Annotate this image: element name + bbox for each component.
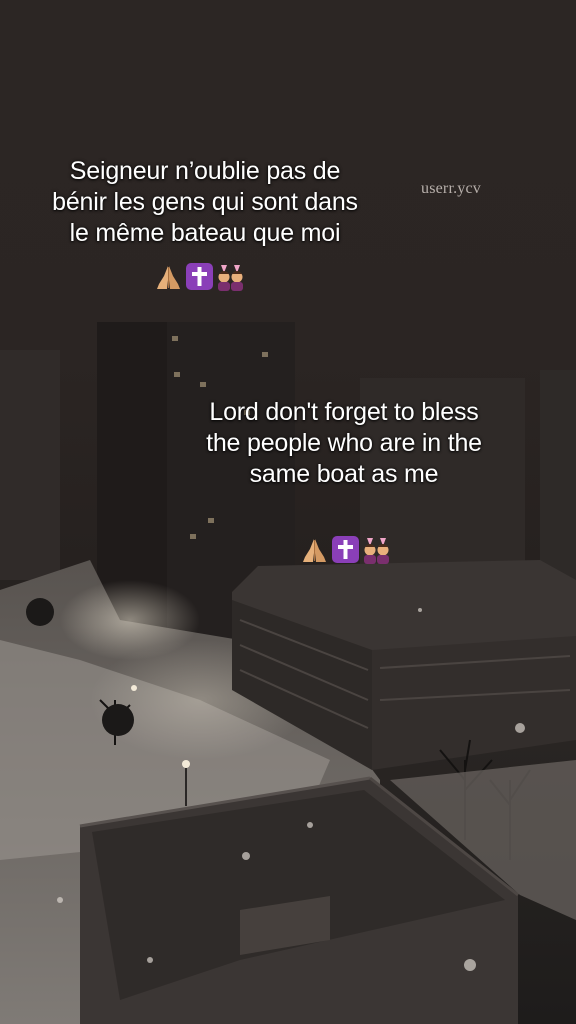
caption-line: Seigneur n’oublie pas de xyxy=(69,157,341,185)
caption-line: Lord don't forget to bless xyxy=(209,398,479,426)
caption-english-emojis xyxy=(300,535,391,565)
caption-french: Seigneur n’oublie pas de bénir les gens … xyxy=(10,156,400,249)
watermark-username: userr.ycv xyxy=(421,180,482,197)
latin-cross-icon xyxy=(185,262,214,292)
caption-line: same boat as me xyxy=(249,460,439,488)
people-with-bunny-ears-icon xyxy=(362,535,391,565)
caption-french-emojis xyxy=(154,262,245,292)
caption-line: bénir les gens qui sont dans xyxy=(52,188,358,216)
people-with-bunny-ears-icon xyxy=(216,262,245,292)
night-snow-cityscape xyxy=(0,322,576,1024)
latin-cross-icon xyxy=(331,535,360,565)
folded-hands-icon xyxy=(300,535,329,565)
caption-line: le même bateau que moi xyxy=(69,219,341,247)
caption-english: Lord don't forget to bless the people wh… xyxy=(166,397,522,490)
video-frame: Seigneur n’oublie pas de bénir les gens … xyxy=(0,0,576,1024)
caption-line: the people who are in the xyxy=(206,429,482,457)
folded-hands-icon xyxy=(154,262,183,292)
